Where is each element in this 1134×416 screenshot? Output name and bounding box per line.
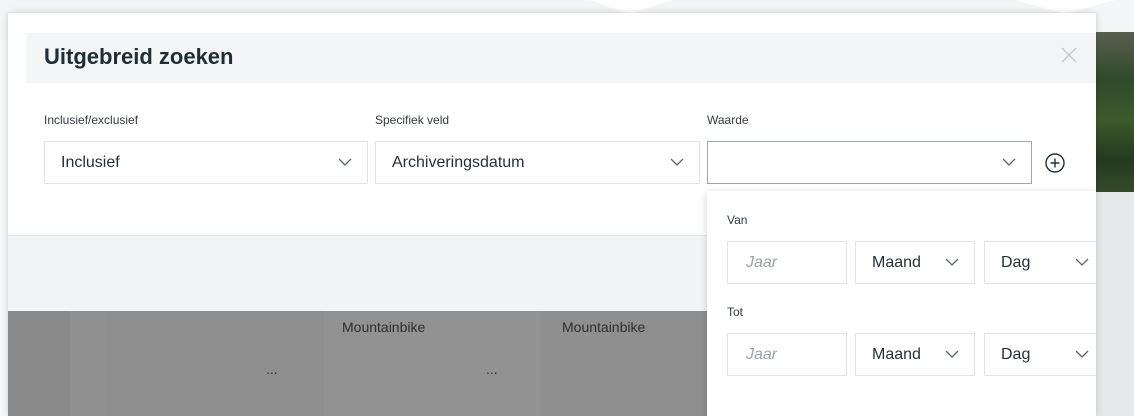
chevron-down-icon	[1075, 350, 1089, 358]
plus-circle-icon[interactable]	[1043, 151, 1067, 175]
chevron-down-icon	[1002, 158, 1016, 166]
inclusive-select[interactable]: Inclusief	[44, 141, 368, 184]
chevron-down-icon	[945, 258, 959, 266]
from-month-value: Maand	[872, 254, 921, 271]
product-title: Mountainbike	[342, 319, 426, 335]
from-label: Van	[727, 213, 748, 227]
chevron-down-icon	[1075, 258, 1089, 266]
from-year-input[interactable]: Jaar	[727, 241, 847, 284]
modal-title: Uitgebreid zoeken	[44, 44, 234, 69]
product-card[interactable]: ...	[106, 311, 324, 416]
from-month-select[interactable]: Maand	[855, 241, 975, 284]
value-select[interactable]	[707, 141, 1032, 184]
to-label: Tot	[727, 305, 744, 319]
field-select[interactable]: Archiveringsdatum	[375, 141, 700, 184]
modal-header: Uitgebreid zoeken	[26, 33, 1096, 83]
product-title: Mountainbike	[562, 319, 646, 335]
chevron-down-icon	[338, 158, 352, 166]
from-day-select[interactable]: Dag	[984, 241, 1096, 284]
value-label: Waarde	[707, 113, 749, 127]
to-year-placeholder: Jaar	[746, 346, 778, 363]
field-value: Archiveringsdatum	[392, 154, 525, 171]
from-day-value: Dag	[1001, 254, 1031, 271]
inclusive-value: Inclusief	[61, 154, 120, 171]
to-month-value: Maand	[872, 346, 921, 363]
to-year-input[interactable]: Jaar	[727, 333, 847, 376]
from-year-placeholder: Jaar	[746, 254, 778, 271]
product-card[interactable]: Mountainbike ...	[324, 311, 542, 416]
product-card[interactable]: Mountainbike	[542, 311, 712, 416]
decor-shape	[590, 0, 670, 14]
decor-shape	[1015, 0, 1115, 14]
page: Uitgebreid zoeken Inclusief/exclusief In…	[0, 0, 1134, 416]
to-month-select[interactable]: Maand	[855, 333, 975, 376]
product-ellipsis: ...	[266, 361, 278, 377]
background-photo	[1096, 32, 1134, 192]
chevron-down-icon	[670, 158, 684, 166]
close-icon[interactable]	[1056, 42, 1082, 68]
grid-column	[70, 311, 106, 416]
chevron-down-icon	[945, 350, 959, 358]
date-range-dropdown: Van Jaar Maand Dag Tot Jaar Maand Dag	[707, 191, 1096, 416]
grid-column	[8, 311, 70, 416]
advanced-search-modal: Uitgebreid zoeken Inclusief/exclusief In…	[8, 13, 1096, 416]
product-ellipsis: ...	[486, 361, 498, 377]
field-label: Specifiek veld	[375, 113, 450, 127]
to-day-value: Dag	[1001, 346, 1031, 363]
background-panel	[1096, 192, 1134, 416]
inclusive-label: Inclusief/exclusief	[44, 113, 139, 127]
to-day-select[interactable]: Dag	[984, 333, 1096, 376]
